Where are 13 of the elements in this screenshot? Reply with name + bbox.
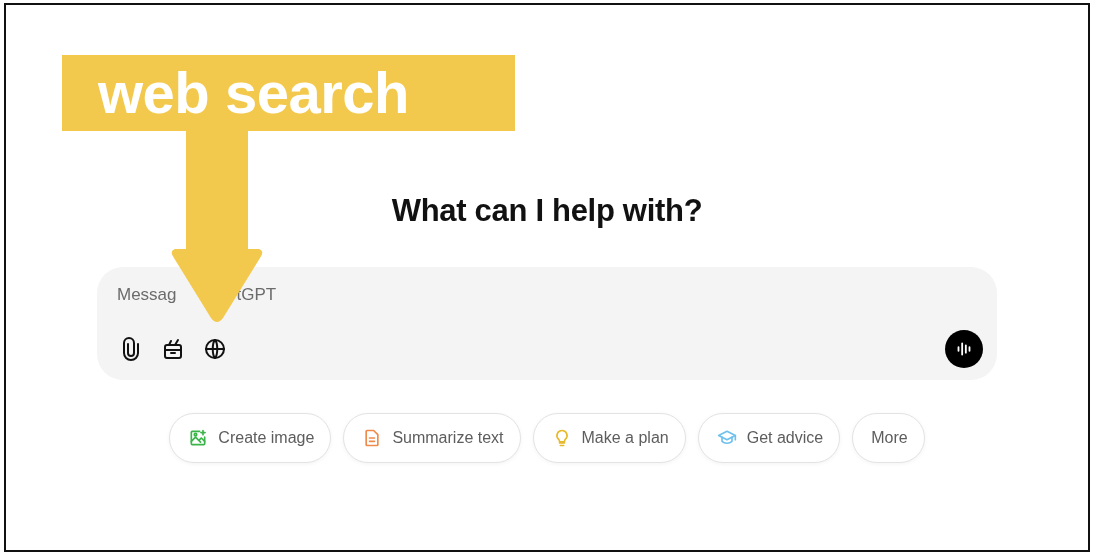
voice-button[interactable] (945, 330, 983, 368)
suggestion-chip[interactable]: Summarize text (343, 413, 521, 463)
annotation-banner: web search (62, 55, 515, 131)
suggestion-chip[interactable]: More (852, 413, 925, 463)
suggestion-chip[interactable]: Make a plan (532, 413, 686, 463)
toolbox-icon (161, 337, 185, 361)
globe-icon (203, 337, 227, 361)
suggestion-chip[interactable]: Create image (169, 413, 332, 463)
suggestion-chip[interactable]: Get advice (697, 413, 841, 463)
placeholder-text: tGPT (236, 285, 277, 305)
heading: What can I help with? (391, 193, 703, 229)
message-input[interactable]: Messag tGPT (117, 285, 517, 305)
placeholder-text: Messag (117, 285, 177, 305)
